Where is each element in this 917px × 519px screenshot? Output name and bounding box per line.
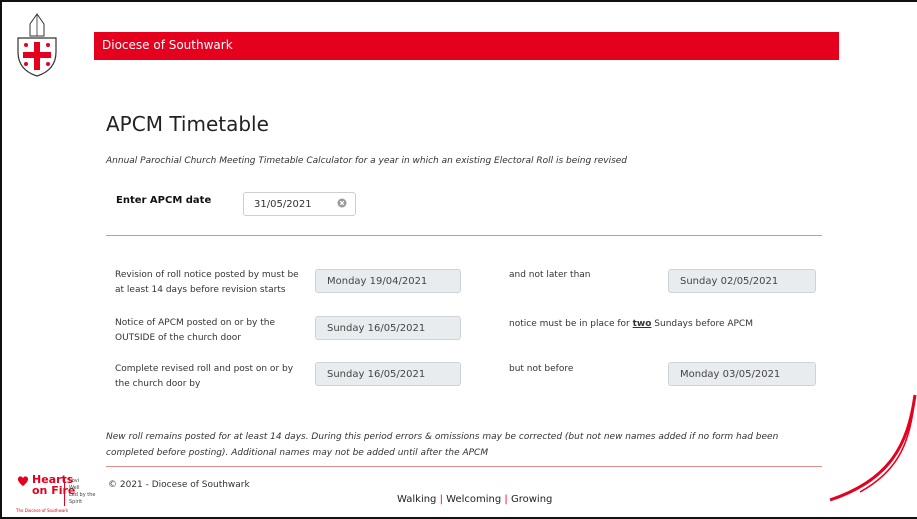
- roll-note: New roll remains posted for at least 14 …: [106, 429, 806, 461]
- revision-notice-label: Revision of roll notice posted by must b…: [115, 268, 299, 298]
- divider-top: [106, 235, 822, 236]
- clear-circle-icon[interactable]: [337, 198, 347, 208]
- hof-diocese-text: The Diocese of Southwark: [16, 508, 69, 513]
- revision-notice-label-line2: at least 14 days before revision starts: [115, 285, 286, 295]
- complete-roll-date-field[interactable]: Sunday 16/05/2021: [315, 362, 461, 386]
- complete-roll-label: Complete revised roll and post on or by …: [115, 362, 293, 392]
- revision-notice-label-line1: Revision of roll notice posted by must b…: [115, 270, 299, 280]
- roll-note-line2: completed before posting). Additional na…: [106, 448, 489, 458]
- copyright-text: © 2021 - Diocese of Southwark: [108, 480, 250, 490]
- slogan-walking: Walking: [397, 494, 437, 505]
- roll-note-line1: New roll remains posted for at least 14 …: [106, 432, 779, 442]
- apcm-notice-label-line1: Notice of APCM posted on or by the: [115, 318, 276, 328]
- apcm-notice-date-value: Sunday 16/05/2021: [327, 323, 426, 334]
- notice-in-place-pre: notice must be in place for: [509, 319, 633, 329]
- banner-title[interactable]: Diocese of Southwark: [102, 38, 233, 52]
- complete-roll-date-value: Sunday 16/05/2021: [327, 369, 426, 380]
- apcm-notice-date-field[interactable]: Sunday 16/05/2021: [315, 316, 461, 340]
- not-before-date-field[interactable]: Monday 03/05/2021: [668, 362, 816, 386]
- revision-notice-date-value: Monday 19/04/2021: [327, 276, 428, 287]
- not-later-than-date-value: Sunday 02/05/2021: [680, 276, 779, 287]
- apcm-date-label: Enter APCM date: [116, 195, 212, 206]
- apcm-date-input[interactable]: 31/05/2021: [243, 192, 356, 216]
- not-later-than-date-field[interactable]: Sunday 02/05/2021: [668, 269, 816, 293]
- divider-bottom: [106, 466, 822, 467]
- apcm-notice-label: Notice of APCM posted on or by the OUTSI…: [115, 316, 275, 346]
- hearts-on-fire-tagline: Lovi Well Led by the Spirit: [64, 478, 99, 506]
- diocese-crest-icon[interactable]: [14, 12, 60, 78]
- notice-in-place-label: notice must be in place for two Sundays …: [509, 317, 753, 332]
- hearts-on-fire-logo-icon: [17, 476, 29, 487]
- apcm-notice-label-line2: OUTSIDE of the church door: [115, 333, 241, 343]
- footer-slogan: Walking | Welcoming | Growing: [397, 494, 552, 505]
- complete-roll-label-line1: Complete revised roll and post on or by: [115, 364, 294, 374]
- notice-in-place-bold: two: [632, 319, 652, 329]
- page-subtitle: Annual Parochial Church Meeting Timetabl…: [106, 156, 628, 166]
- decorative-swoosh: [829, 394, 917, 502]
- site-banner: Diocese of Southwark: [94, 32, 839, 60]
- notice-in-place-post: Sundays before APCM: [651, 319, 753, 329]
- hof-sub1: Lovi: [69, 478, 80, 484]
- revision-notice-date-field[interactable]: Monday 19/04/2021: [315, 269, 461, 293]
- page-title: APCM Timetable: [106, 112, 269, 136]
- apcm-date-value: 31/05/2021: [254, 199, 312, 210]
- slogan-separator: |: [504, 494, 508, 505]
- hof-sub3: Led by the Spirit: [69, 492, 96, 505]
- complete-roll-label-line2: the church door by: [115, 379, 201, 389]
- not-before-date-value: Monday 03/05/2021: [680, 369, 781, 380]
- not-later-than-label: and not later than: [509, 270, 591, 280]
- slogan-separator: |: [439, 494, 443, 505]
- not-before-label: but not before: [509, 364, 574, 374]
- hof-sub2: Well: [69, 485, 80, 491]
- slogan-welcoming: Welcoming: [446, 494, 502, 505]
- slogan-growing: Growing: [510, 494, 553, 505]
